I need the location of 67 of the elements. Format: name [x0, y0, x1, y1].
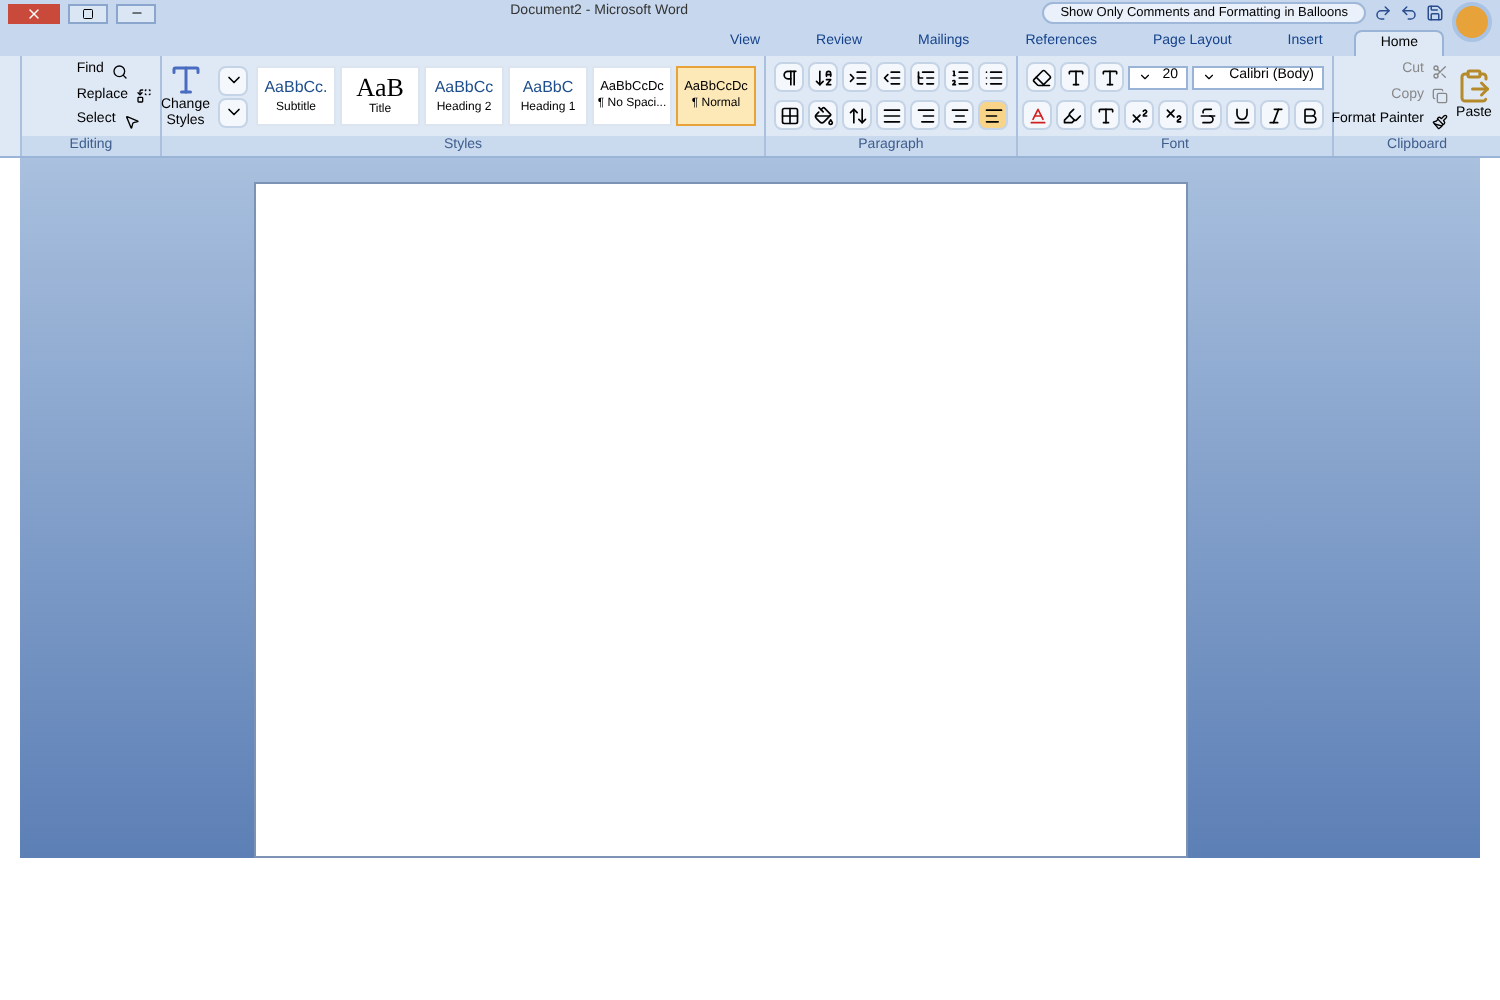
scroll-down-button[interactable] — [218, 97, 248, 127]
decrease-indent-icon — [881, 67, 901, 87]
replace-icon — [136, 88, 152, 104]
pilcrow-icon — [779, 67, 799, 87]
justify-icon — [881, 105, 901, 125]
align-left-button[interactable] — [978, 100, 1008, 130]
clear-formatting-button[interactable] — [1026, 62, 1056, 92]
redo-icon[interactable] — [1374, 4, 1392, 22]
line-spacing-icon — [847, 105, 867, 125]
superscript-button[interactable] — [1124, 100, 1154, 130]
clipboard-icon — [1456, 67, 1492, 104]
sort-icon — [813, 67, 833, 87]
font-color-icon — [1027, 105, 1047, 125]
align-center-button[interactable] — [944, 100, 974, 130]
search-icon — [111, 63, 128, 79]
scissors-icon — [1432, 63, 1448, 79]
subscript-icon — [1163, 105, 1183, 125]
font-color-button[interactable] — [1022, 100, 1052, 130]
numbering-button[interactable] — [944, 62, 974, 92]
highlighter-icon — [1061, 105, 1081, 125]
shading-icon — [813, 105, 833, 125]
bullets-button[interactable] — [978, 62, 1008, 92]
bold-button[interactable] — [1294, 100, 1324, 130]
align-center-icon — [949, 105, 969, 125]
justify-button[interactable] — [876, 100, 906, 130]
undo-icon[interactable] — [1400, 4, 1418, 22]
change-case-icon — [1095, 105, 1115, 125]
grow-font-button[interactable] — [1094, 62, 1124, 92]
underline-icon — [1231, 105, 1251, 125]
italic-icon — [1265, 105, 1285, 125]
clear-formatting-icon — [1031, 67, 1051, 87]
borders-button[interactable] — [774, 100, 804, 130]
close-icon — [26, 5, 42, 21]
align-right-button[interactable] — [910, 100, 940, 130]
change-case-button[interactable] — [1090, 100, 1120, 130]
pilcrow-button[interactable] — [774, 62, 804, 92]
decrease-indent-button[interactable] — [876, 62, 906, 92]
minimize-icon — [129, 6, 143, 20]
shading-button[interactable] — [808, 100, 838, 130]
increase-indent-button[interactable] — [842, 62, 872, 92]
restore-button[interactable] — [68, 3, 108, 23]
save-icon[interactable] — [1426, 4, 1444, 22]
multilevel-list-icon — [915, 67, 935, 87]
letter-icon — [167, 62, 204, 98]
grow-font-icon — [1099, 67, 1119, 87]
superscript-icon — [1129, 105, 1149, 125]
multilevel-list-button[interactable] — [910, 62, 940, 92]
restore-icon — [82, 7, 94, 19]
italic-button[interactable] — [1260, 100, 1290, 130]
borders-icon — [779, 105, 799, 125]
line-spacing-button[interactable] — [842, 100, 872, 130]
sort-button[interactable] — [808, 62, 838, 92]
increase-indent-icon — [847, 67, 867, 87]
align-left-icon — [983, 105, 1003, 125]
pointer-icon — [123, 113, 140, 129]
copy-icon — [1432, 88, 1448, 104]
strikethrough-button[interactable] — [1192, 100, 1222, 130]
paintbrush-icon — [1432, 113, 1448, 129]
subscript-button[interactable] — [1158, 100, 1188, 130]
strikethrough-icon — [1197, 105, 1217, 125]
align-right-icon — [915, 105, 935, 125]
shrink-font-button[interactable] — [1060, 62, 1090, 92]
highlighter-button[interactable] — [1056, 100, 1086, 130]
numbering-icon — [949, 67, 969, 87]
bold-icon — [1299, 105, 1319, 125]
shrink-font-icon — [1065, 67, 1085, 87]
underline-button[interactable] — [1226, 100, 1256, 130]
